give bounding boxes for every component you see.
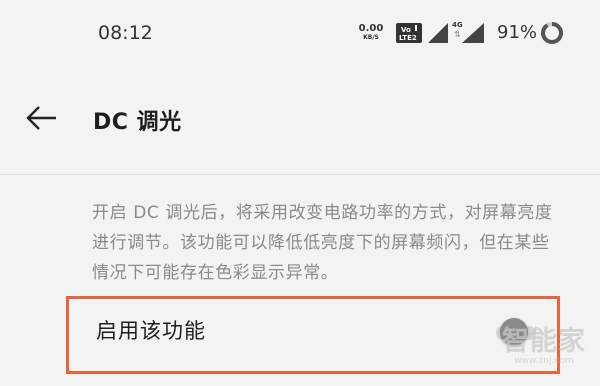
- status-bar: 08:12 0.00 KB/S Vo LTE2 4G ⇅ 91%: [0, 0, 600, 66]
- net-speed-unit: KB/S: [363, 34, 379, 41]
- back-button[interactable]: [26, 104, 58, 132]
- net-speed-value: 0.00: [358, 23, 384, 34]
- watermark-logo: 智能家: [502, 326, 586, 357]
- header-divider: [0, 174, 600, 175]
- feature-description: 开启 DC 调光后，将采用改变电路功率的方式，对屏幕亮度进行调节。该功能可以降低…: [92, 203, 553, 283]
- volte-icon: Vo LTE2: [396, 23, 422, 43]
- svg-text:LTE2: LTE2: [399, 34, 417, 42]
- data-activity-icon: ⇅: [454, 30, 461, 39]
- watermark: 智能家 www.znj.com: [494, 328, 594, 366]
- battery-percent: 91%: [497, 22, 538, 43]
- battery-icon: [541, 22, 563, 44]
- watermark-url: www.znj.com: [514, 356, 574, 366]
- net-speed-indicator: 0.00 KB/S: [358, 24, 384, 41]
- svg-text:Vo: Vo: [401, 26, 411, 34]
- enable-feature-label: 启用该功能: [96, 319, 206, 343]
- status-time: 08:12: [98, 22, 153, 44]
- back-arrow-icon: [26, 106, 56, 130]
- page-title: DC 调光: [93, 110, 182, 135]
- signal-icon: [462, 23, 484, 43]
- signal-icon: [428, 23, 448, 43]
